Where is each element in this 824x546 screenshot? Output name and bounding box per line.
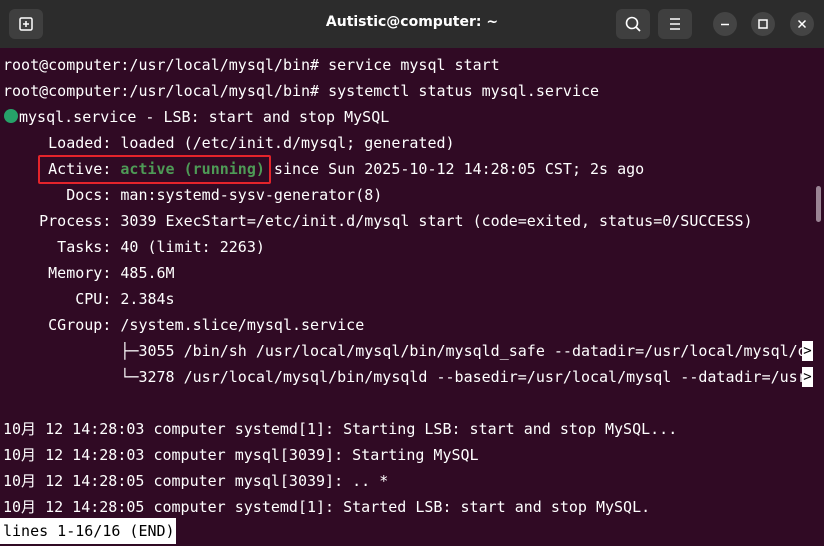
log-line: 10月 12 14:28:05 computer systemd[1]: Sta… [3,498,651,516]
cgroup-line: CGroup: /system.slice/mysql.service [3,316,365,334]
terminal-output[interactable]: root@computer:/usr/local/mysql/bin# serv… [0,48,824,546]
close-icon [797,19,807,29]
cgroup-process-line: └─3278 /usr/local/mysql/bin/mysqld --bas… [3,368,807,386]
command-line: root@computer:/usr/local/mysql/bin# serv… [3,56,500,74]
service-header-line: mysql.service - LSB: start and stop MySQ… [3,104,389,130]
active-since: since Sun 2025-10-12 14:28:05 CST; 2s ag… [264,160,645,178]
tasks-line: Tasks: 40 (limit: 2263) [3,238,265,256]
active-status-highlight [38,155,271,184]
search-button[interactable] [616,9,650,39]
log-line: 10月 12 14:28:03 computer mysql[3039]: St… [3,446,479,464]
maximize-button[interactable] [751,12,775,36]
service-title: mysql.service - LSB: start and stop MySQ… [19,108,390,126]
hamburger-icon [670,18,680,30]
search-icon [625,16,641,32]
title-bar: Autistic@computer: ~ [0,0,824,48]
status-dot-icon [4,109,18,123]
minimize-icon [721,23,729,26]
truncation-marker: > [802,367,813,387]
log-line: 10月 12 14:28:03 computer systemd[1]: Sta… [3,420,678,438]
process-line: Process: 3039 ExecStart=/etc/init.d/mysq… [3,212,753,230]
cpu-line: CPU: 2.384s [3,290,175,308]
log-line: 10月 12 14:28:05 computer mysql[3039]: ..… [3,472,389,490]
maximize-icon [758,19,768,29]
docs-line: Docs: man:systemd-sysv-generator(8) [3,186,383,204]
window-title: Autistic@computer: ~ [325,14,499,30]
scrollbar-thumb[interactable] [816,186,821,222]
loaded-line: Loaded: loaded (/etc/init.d/mysql; gener… [3,134,455,152]
command-line: root@computer:/usr/local/mysql/bin# syst… [3,82,600,100]
terminal-window: Autistic@computer: ~ root@computer:/usr/… [0,0,824,546]
close-button[interactable] [790,12,814,36]
menu-button[interactable] [658,9,692,39]
truncation-marker: > [802,341,813,361]
minimize-button[interactable] [713,12,737,36]
pager-status: lines 1-16/16 (END) [0,518,176,544]
cgroup-process-line: ├─3055 /bin/sh /usr/local/mysql/bin/mysq… [3,342,807,360]
memory-line: Memory: 485.6M [3,264,175,282]
